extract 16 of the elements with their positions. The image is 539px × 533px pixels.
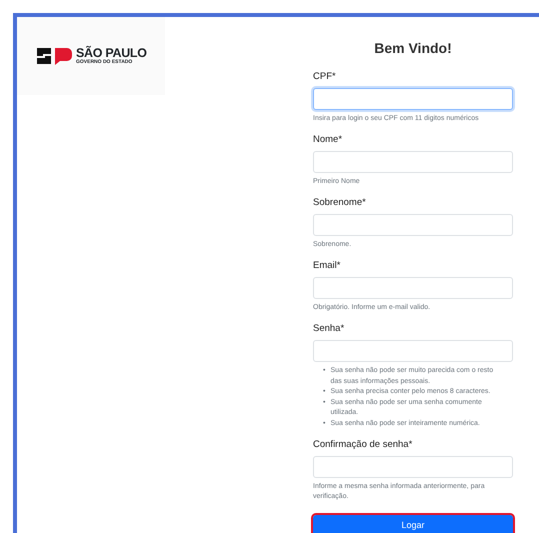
page-title: Bem Vindo! [373,39,453,57]
field-label: Senha* [313,323,346,335]
field-label: Confirmação de senha* [313,439,414,451]
field-label: Nome* [313,134,344,146]
login-button[interactable]: Logar [313,514,513,533]
input-field[interactable] [313,151,513,173]
input-field[interactable] [313,277,513,299]
logo-title: SÃO PAULO [76,47,147,59]
input-field[interactable] [313,456,513,478]
field-label: Sobrenome* [313,197,367,209]
field-label: Email* [313,260,342,272]
input-field[interactable] [313,214,513,236]
input-field[interactable] [313,340,513,362]
logo-icon [35,46,73,66]
field-label: CPF* [313,71,337,83]
input-field[interactable] [313,88,513,110]
